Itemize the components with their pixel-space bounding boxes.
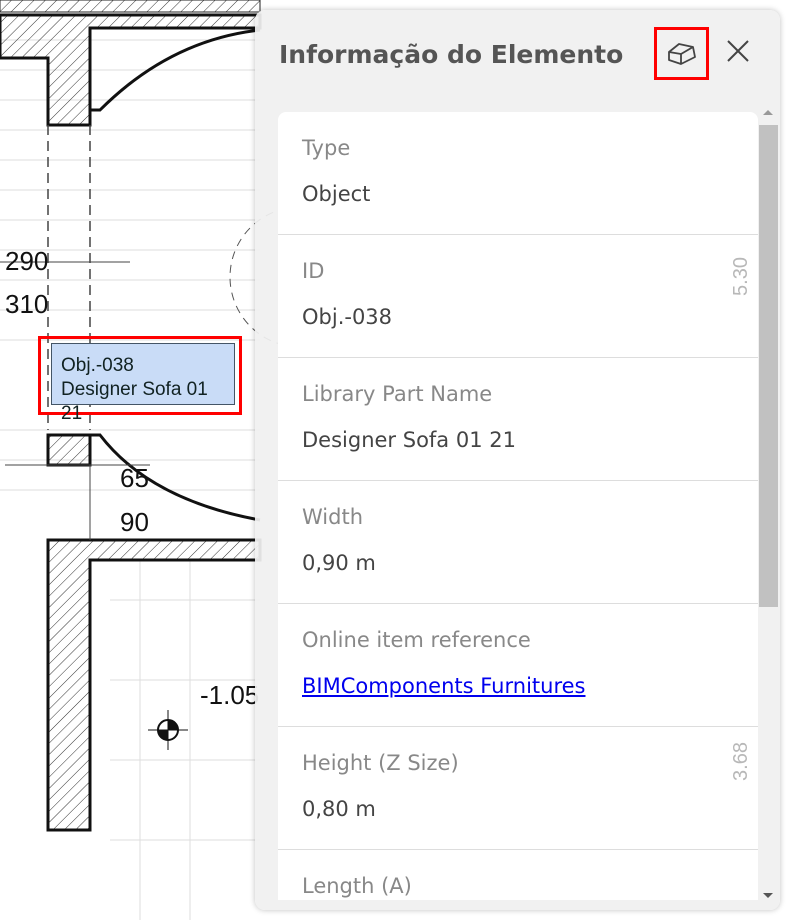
scrollbar-thumb[interactable] [759,125,778,607]
property-label: Height (Z Size) [302,751,459,775]
3d-box-icon [667,42,696,65]
object-id-text: Obj.-038 [61,355,134,376]
panel-scrollbar[interactable] [757,110,778,900]
property-label: Width [302,505,364,529]
dimension-label: 290 [5,246,49,276]
property-value: Designer Sofa 01 21 [302,428,516,452]
property-value: 0,80 m [302,797,376,821]
object-name-text: Designer Sofa 01 21 [61,379,208,424]
panel-title: Informação do Elemento [279,40,624,69]
property-label: ID [302,259,325,283]
property-label: Length (A) [302,874,412,898]
elevation-label: -1.05 [200,680,260,710]
element-info-panel: Informação do Elemento Type Object ID Ob… [255,10,780,910]
online-reference-link[interactable]: BIMComponents Furnitures [302,674,585,698]
property-value: Obj.-038 [302,305,393,329]
property-row-height: Height (Z Size) 0,80 m [278,727,758,850]
property-value: Object [302,182,371,206]
property-row-online-reference: Online item reference BIMComponents Furn… [278,604,758,727]
dimension-label: 90 [120,507,149,537]
property-row-id: ID Obj.-038 [278,235,758,358]
elevation-marker-icon [148,710,188,750]
property-row-length: Length (A) [278,850,758,900]
view-3d-button[interactable] [654,27,709,80]
property-label: Type [302,136,351,160]
scroll-up-arrow-icon[interactable] [763,110,773,115]
selected-object-label[interactable]: Obj.-038 Designer Sofa 01 21 [38,336,242,424]
dimension-label: 65 [120,463,149,493]
dimension-label: 3.68 [729,742,752,781]
property-row-type: Type Object [278,112,758,235]
dimension-label: 310 [5,289,49,319]
close-icon[interactable] [723,36,753,66]
properties-list: Type Object ID Obj.-038 Library Part Nam… [278,112,758,900]
scroll-down-arrow-icon[interactable] [763,893,773,898]
dimension-label: 5.30 [729,257,752,296]
property-label: Online item reference [302,628,531,652]
property-row-library-part-name: Library Part Name Designer Sofa 01 21 [278,358,758,481]
property-row-width: Width 0,90 m [278,481,758,604]
property-label: Library Part Name [302,382,493,406]
property-value: 0,90 m [302,551,376,575]
